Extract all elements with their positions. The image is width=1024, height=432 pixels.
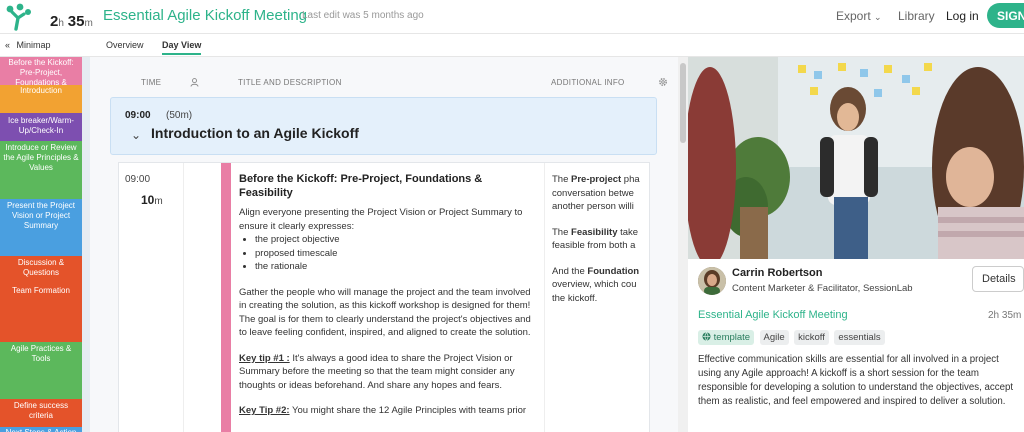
- section-header[interactable]: 09:00 (50m) ⌄ Introduction to an Agile K…: [110, 97, 657, 155]
- additional-paragraph: The Feasibility take feasible from both a: [552, 226, 639, 252]
- author-avatar[interactable]: [698, 267, 726, 295]
- section-title: Introduction to an Agile Kickoff: [151, 125, 359, 141]
- block-duration: 10m: [141, 193, 163, 207]
- scrollbar-thumb[interactable]: [680, 63, 686, 143]
- author-card: Carrin Robertson Content Marketer & Faci…: [688, 261, 1024, 303]
- block-intro: Align everyone presenting the Project Vi…: [239, 207, 523, 232]
- minimap: Before the Kickoff: Pre-Project, Foundat…: [0, 57, 82, 432]
- tab-day-view[interactable]: Day View: [162, 40, 202, 55]
- minimap-item[interactable]: Team Formation: [0, 284, 82, 342]
- block-color-bar: [221, 163, 231, 432]
- view-tabs-bar: « Minimap Overview Day View: [0, 35, 1024, 57]
- minimap-item[interactable]: Next Steps & Action Items: [0, 427, 82, 432]
- double-chevron-left-icon: «: [5, 40, 11, 50]
- minimap-item[interactable]: Introduce or Review the Agile Principles…: [0, 141, 82, 199]
- minimap-item[interactable]: Introduction: [0, 85, 82, 113]
- minimap-toggle[interactable]: « Minimap: [5, 40, 51, 50]
- tab-overview[interactable]: Overview: [106, 40, 144, 50]
- session-title[interactable]: Essential Agile Kickoff Meeting: [698, 309, 848, 321]
- agenda-block[interactable]: 09:00 10m Before the Kickoff: Pre-Projec…: [118, 162, 650, 432]
- export-label: Export: [836, 9, 871, 23]
- minimap-item[interactable]: Agile Practices & Tools: [0, 342, 82, 399]
- list-item: proposed timescale: [255, 247, 537, 261]
- minimap-item[interactable]: Present the Project Vision or Project Su…: [0, 199, 82, 256]
- chevron-down-icon[interactable]: ⌄: [131, 128, 141, 142]
- list-item: the rationale: [255, 260, 537, 274]
- export-menu[interactable]: Export ⌄: [836, 9, 882, 23]
- minimap-label: Minimap: [16, 40, 51, 50]
- session-duration: 2h 35m: [988, 310, 1022, 321]
- library-link[interactable]: Library: [898, 9, 935, 23]
- block-tip-1: Key tip #1 : It's always a good idea to …: [239, 352, 515, 391]
- sessionlab-logo-icon[interactable]: [4, 3, 32, 31]
- column-divider: [183, 163, 184, 432]
- tag-agile[interactable]: Agile: [759, 330, 789, 345]
- details-button[interactable]: Details: [972, 266, 1024, 292]
- agenda-duration: 2h 35m: [50, 13, 93, 30]
- minimap-item[interactable]: Ice breaker/Warm-Up/Check-In: [0, 113, 82, 141]
- additional-paragraph: The Pre-project pha conversation betwe ano…: [552, 174, 640, 212]
- session-cover-photo: [688, 57, 1024, 259]
- minimap-item[interactable]: Before the Kickoff: Pre-Project, Foundat…: [0, 57, 82, 85]
- session-description: Effective communication skills are essen…: [698, 354, 1014, 407]
- gear-icon[interactable]: [658, 77, 668, 87]
- day-view-panel: TIME TITLE AND DESCRIPTION ADDITIONAL IN…: [90, 57, 688, 432]
- agenda-title[interactable]: Essential Agile Kickoff Meeting: [103, 7, 307, 24]
- tag-template[interactable]: template: [698, 330, 755, 345]
- block-bullet-list: the project objective proposed timescale…: [255, 233, 537, 274]
- column-header-time: TIME: [141, 78, 162, 87]
- column-header-title: TITLE AND DESCRIPTION: [238, 78, 342, 87]
- last-edit-text: Last edit was 5 months ago: [302, 10, 424, 21]
- block-description: Before the Kickoff: Pre-Project, Foundat…: [239, 173, 537, 430]
- additional-info: The Pre-project pha conversation betwe ano…: [552, 173, 648, 317]
- block-title[interactable]: Before the Kickoff: Pre-Project, Foundat…: [239, 173, 537, 200]
- tag-essentials[interactable]: essentials: [834, 330, 885, 345]
- minimap-divider: [82, 57, 90, 432]
- column-divider: [544, 163, 545, 432]
- minimap-item[interactable]: Discussion & Questions: [0, 256, 82, 284]
- block-paragraph: Gather the people who will manage the pr…: [239, 286, 531, 339]
- main-scrollbar[interactable]: [678, 57, 688, 432]
- chevron-down-icon: ⌄: [874, 12, 882, 22]
- column-header-additional: ADDITIONAL INFO: [551, 78, 625, 87]
- login-link[interactable]: Log in: [946, 9, 979, 23]
- additional-paragraph: And the Foundation overview, which cou the…: [552, 265, 640, 304]
- person-icon: [190, 78, 199, 87]
- session-sidebar: Carrin Robertson Content Marketer & Faci…: [688, 57, 1024, 432]
- tag-kickoff[interactable]: kickoff: [794, 330, 829, 345]
- top-bar: 2h 35m Essential Agile Kickoff Meeting L…: [0, 0, 1024, 34]
- author-name[interactable]: Carrin Robertson: [732, 267, 822, 279]
- signup-button[interactable]: SIGN: [987, 3, 1024, 28]
- globe-icon: [702, 332, 711, 341]
- block-tip-2: Key Tip #2: You might share the 12 Agile…: [239, 405, 527, 416]
- section-time: 09:00: [125, 110, 151, 121]
- author-role: Content Marketer & Facilitator, SessionL…: [732, 283, 913, 294]
- section-duration: (50m): [166, 110, 193, 121]
- tag-list: template Agile kickoff essentials: [698, 327, 886, 345]
- block-time: 09:00: [125, 174, 151, 185]
- list-item: the project objective: [255, 233, 537, 247]
- minimap-item[interactable]: Define success criteria: [0, 399, 82, 427]
